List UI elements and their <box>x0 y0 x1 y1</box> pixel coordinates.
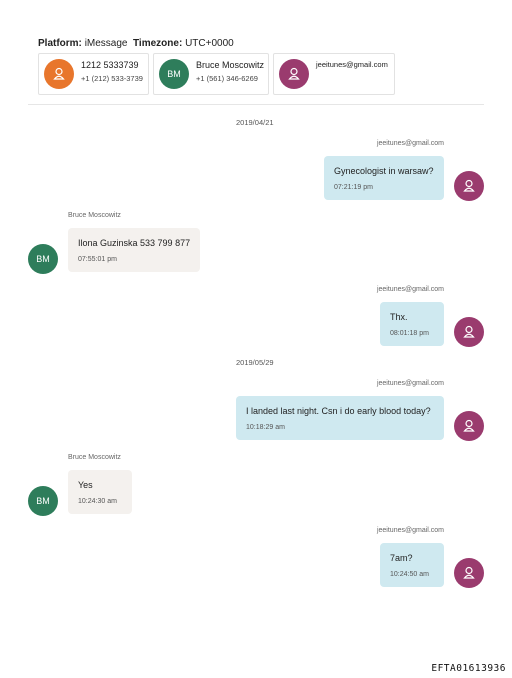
participant-name: 1212 5333739 <box>81 60 139 70</box>
timezone-label: Timezone: <box>133 38 183 49</box>
person-icon <box>463 325 475 338</box>
message-sender: Bruce Moscowitz <box>68 212 121 219</box>
avatar <box>454 558 484 588</box>
message-bubble[interactable]: Ilona Guzinska 533 799 877 07:55:01 pm <box>68 228 200 272</box>
timezone-info: Timezone: UTC+0000 <box>133 38 234 49</box>
message-bubble[interactable]: Yes 10:24:30 am <box>68 470 132 514</box>
person-icon <box>463 566 475 579</box>
platform-label: Platform: <box>38 38 82 49</box>
message-bubble[interactable]: I landed last night. Csn i do early bloo… <box>236 396 444 440</box>
platform-info: Platform: iMessage <box>38 38 128 49</box>
message-time: 10:24:50 am <box>390 571 429 578</box>
message-text: 7am? <box>390 553 413 563</box>
person-icon <box>463 419 475 432</box>
participant-number: +1 (212) 533-3739 <box>81 74 143 83</box>
avatar <box>454 411 484 441</box>
divider <box>28 104 484 105</box>
message-time: 08:01:18 pm <box>390 330 429 337</box>
participant-number: +1 (561) 346-6269 <box>196 74 258 83</box>
person-icon <box>463 179 475 192</box>
message-bubble[interactable]: 7am? 10:24:50 am <box>380 543 444 587</box>
date-separator: 2019/04/21 <box>236 118 274 127</box>
avatar: BM <box>28 486 58 516</box>
message-text: I landed last night. Csn i do early bloo… <box>246 406 431 416</box>
person-icon <box>288 67 300 80</box>
message-time: 10:18:29 am <box>246 424 285 431</box>
avatar <box>44 59 74 89</box>
message-sender: Bruce Moscowitz <box>68 454 121 461</box>
date-separator: 2019/05/29 <box>236 358 274 367</box>
message-time: 07:21:19 pm <box>334 184 373 191</box>
message-text: Gynecologist in warsaw? <box>334 166 434 176</box>
message-text: Thx. <box>390 312 408 322</box>
avatar <box>279 59 309 89</box>
document-id: EFTA01613936 <box>431 663 506 674</box>
message-time: 07:55:01 pm <box>78 256 117 263</box>
message-time: 10:24:30 am <box>78 498 117 505</box>
timezone-value: UTC+0000 <box>185 38 234 49</box>
message-sender: jeeitunes@gmail.com <box>376 527 444 534</box>
participant-card[interactable]: BM Bruce Moscowitz +1 (561) 346-6269 <box>153 53 269 95</box>
message-sender: jeeitunes@gmail.com <box>376 380 444 387</box>
message-bubble[interactable]: Gynecologist in warsaw? 07:21:19 pm <box>324 156 444 200</box>
participant-name: Bruce Moscowitz <box>196 60 265 70</box>
avatar: BM <box>28 244 58 274</box>
platform-value: iMessage <box>84 38 128 49</box>
message-sender: jeeitunes@gmail.com <box>376 286 444 293</box>
participant-name: jeeitunes@gmail.com <box>316 60 388 69</box>
person-icon <box>53 67 65 80</box>
message-bubble[interactable]: Thx. 08:01:18 pm <box>380 302 444 346</box>
avatar <box>454 317 484 347</box>
message-sender: jeeitunes@gmail.com <box>376 140 444 147</box>
participant-card[interactable]: 1212 5333739 +1 (212) 533-3739 <box>38 53 149 95</box>
participant-card[interactable]: jeeitunes@gmail.com <box>273 53 395 95</box>
message-text: Ilona Guzinska 533 799 877 <box>78 238 191 248</box>
avatar <box>454 171 484 201</box>
message-text: Yes <box>78 480 93 490</box>
avatar: BM <box>159 59 189 89</box>
